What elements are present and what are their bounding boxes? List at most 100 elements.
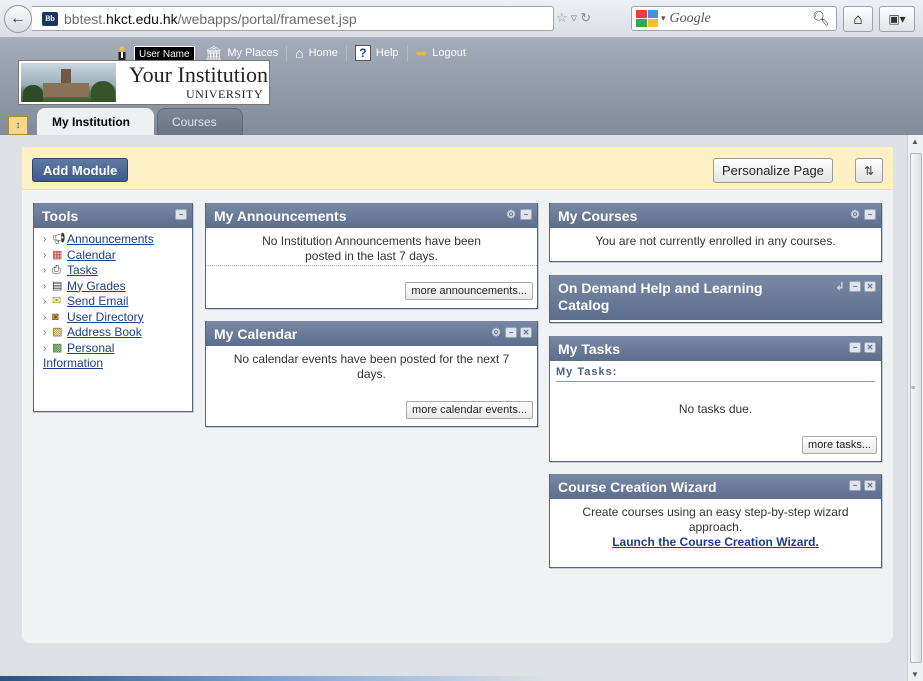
browser-home-button[interactable]: ⌂ <box>843 6 873 32</box>
building-image <box>21 63 116 102</box>
close-icon[interactable]: ✕ <box>864 342 876 353</box>
bookmark-star-icon[interactable]: ☆ <box>556 10 571 25</box>
list-item: › 📢︎ Announcements <box>43 232 188 248</box>
module-header[interactable]: On Demand Help and Learning Catalog ↲ − ✕ <box>550 275 881 320</box>
wizard-message: Create courses using an easy step-by-ste… <box>550 499 881 550</box>
home-label: Home <box>308 47 338 59</box>
menu-icon: ▣▾ <box>888 12 906 26</box>
module-header[interactable]: Course Creation Wizard − ✕ <box>550 474 881 499</box>
module-header[interactable]: My Tasks − ✕ <box>550 336 881 361</box>
tool-link-personal-information[interactable]: Personal <box>67 341 114 355</box>
scroll-thumb[interactable] <box>910 153 922 663</box>
gear-icon[interactable]: ⚙ <box>849 209 861 220</box>
my-places-icon: 🏛︎ <box>204 45 223 61</box>
tool-link-address-book[interactable]: Address Book <box>67 325 142 341</box>
help-icon: ? <box>354 45 371 61</box>
expand-collapse-toggle[interactable]: ↕ <box>8 116 28 135</box>
module-controls: − ✕ <box>849 342 876 353</box>
tab-my-institution[interactable]: My Institution <box>37 108 154 135</box>
gear-icon[interactable]: ⚙ <box>490 327 502 338</box>
course-wizard-module: Course Creation Wizard − ✕ Create courses… <box>549 474 882 568</box>
announcements-icon: 📢︎ <box>52 233 66 245</box>
minimize-icon[interactable]: − <box>849 281 861 292</box>
extension-menu-button[interactable]: ▣▾ <box>879 6 915 32</box>
logout-link[interactable]: ➥ Logout <box>416 46 466 60</box>
back-button[interactable]: ← <box>4 5 32 33</box>
reorder-modules-button[interactable]: ⇅ <box>855 158 883 183</box>
module-controls: − <box>175 209 187 220</box>
module-header[interactable]: My Courses ⚙ − <box>550 203 881 228</box>
reload-icon[interactable]: ↻ <box>580 10 594 25</box>
more-announcements-button[interactable]: more announcements... <box>405 282 533 300</box>
module-header[interactable]: My Calendar ⚙ − ✕ <box>206 321 537 346</box>
minimize-icon[interactable]: − <box>505 327 517 338</box>
search-bar[interactable]: ▾ Google 🔍︎ <box>631 6 837 31</box>
address-book-icon: ▧ <box>52 326 63 338</box>
search-icon[interactable]: 🔍︎ <box>812 10 830 27</box>
calendar-icon: ▦ <box>52 248 63 261</box>
more-tasks-button[interactable]: more tasks... <box>802 436 877 454</box>
close-icon[interactable]: ✕ <box>520 327 532 338</box>
chevron-right-icon: › <box>43 327 47 338</box>
home-icon: ⌂ <box>853 10 863 28</box>
close-icon[interactable]: ✕ <box>864 281 876 292</box>
minimize-icon[interactable]: − <box>849 480 861 491</box>
module-header[interactable]: My Announcements ⚙ − <box>206 203 537 228</box>
courses-module: My Courses ⚙ − You are not currently enro… <box>549 203 882 262</box>
logout-label: Logout <box>432 47 466 59</box>
calendar-message: No calendar events have been posted for … <box>233 352 510 381</box>
close-icon[interactable]: ✕ <box>864 480 876 491</box>
add-module-button[interactable]: Add Module <box>32 158 129 182</box>
minimize-icon[interactable]: − <box>520 209 532 220</box>
home-link[interactable]: ⌂ Home <box>295 46 338 60</box>
address-bar[interactable]: Bb bbtest. hkct.edu.hk/webapps/portal/fra… <box>32 6 554 31</box>
gear-icon[interactable]: ⚙ <box>505 209 517 220</box>
search-input[interactable]: Google <box>670 11 813 27</box>
tasks-subtitle: My Tasks: <box>556 366 875 382</box>
logout-icon: ➥ <box>415 45 428 61</box>
help-link[interactable]: ? Help <box>354 45 399 61</box>
more-calendar-events-button[interactable]: more calendar events... <box>406 401 533 419</box>
help-label: Help <box>375 47 399 59</box>
personalize-page-button[interactable]: Personalize Page <box>713 158 833 183</box>
history-dropdown-icon[interactable]: ▿ <box>571 10 581 25</box>
module-controls: ⚙ − <box>505 209 532 220</box>
tool-link-calendar[interactable]: Calendar <box>67 248 116 264</box>
announcements-module: My Announcements ⚙ − No Institution Annou… <box>205 203 538 309</box>
scroll-down-icon[interactable]: ▼ <box>911 670 919 679</box>
institution-logo[interactable]: Your Institution UNIVERSITY <box>18 60 270 105</box>
list-item: › ▤ My Grades <box>43 279 188 295</box>
chevron-right-icon: › <box>43 265 47 276</box>
content-area: Add Module Personalize Page ⇅ Tools − › 📢… <box>0 135 907 681</box>
scroll-up-icon[interactable]: ▲ <box>911 137 919 146</box>
chevron-right-icon: › <box>43 234 47 245</box>
tool-link-user-directory[interactable]: User Directory <box>67 310 144 326</box>
search-engine-icon[interactable] <box>636 10 658 27</box>
tool-link-send-email[interactable]: Send Email <box>67 294 128 310</box>
tool-link-announcements[interactable]: Announcements <box>67 232 154 248</box>
module-header[interactable]: Tools − <box>34 203 192 228</box>
tool-link-tasks[interactable]: Tasks <box>67 263 98 279</box>
courses-message: You are not currently enrolled in any co… <box>595 234 836 248</box>
minimize-icon[interactable]: − <box>864 209 876 220</box>
minimize-icon[interactable]: − <box>849 342 861 353</box>
module-title: My Tasks <box>558 340 620 357</box>
list-item: › ⎙ Tasks <box>43 263 188 279</box>
launch-wizard-link[interactable]: Launch the Course Creation Wizard. <box>612 535 819 549</box>
grades-icon: ▤ <box>52 279 63 292</box>
calendar-module: My Calendar ⚙ − ✕ No calendar events have … <box>205 321 538 427</box>
directory-icon: ◙ <box>52 310 59 323</box>
module-title: My Announcements <box>214 207 347 224</box>
link-icon[interactable]: ↲ <box>834 281 846 292</box>
tool-link-personal-information-cont[interactable]: Information <box>43 356 103 372</box>
list-item: Information <box>43 356 188 372</box>
bottom-edge <box>0 676 907 681</box>
tool-link-my-grades[interactable]: My Grades <box>67 279 126 295</box>
my-places-link[interactable]: 🏛︎ My Places <box>205 46 279 60</box>
minimize-icon[interactable]: − <box>175 209 187 220</box>
module-controls: − ✕ <box>849 480 876 491</box>
personal-info-icon: ▩ <box>52 341 63 354</box>
vertical-scrollbar[interactable]: ▲ ≡ ▼ <box>907 135 923 681</box>
chevron-down-icon[interactable]: ▾ <box>661 13 666 24</box>
tab-courses[interactable]: Courses <box>157 108 243 135</box>
